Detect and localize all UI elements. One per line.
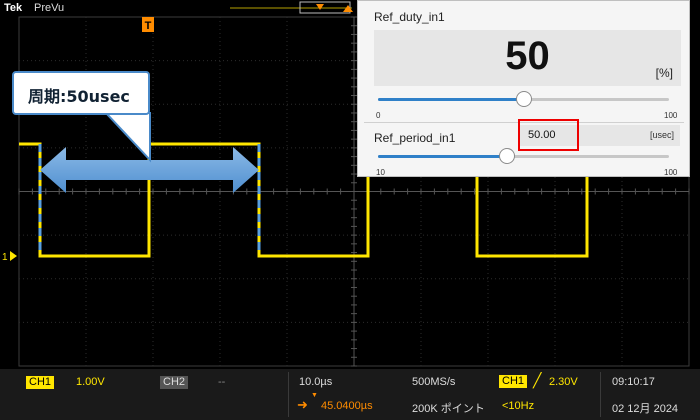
trigger-source-badge[interactable]: CH1	[499, 375, 528, 388]
period-unit: [usec]	[649, 130, 674, 140]
duty-display: 50 [%]	[374, 30, 681, 86]
period-slider[interactable]	[378, 155, 669, 158]
duty-value: 50	[505, 34, 550, 78]
trigger-frequency: <10Hz	[502, 400, 535, 412]
duty-min-label: 0	[376, 111, 381, 120]
acquisition-mode: PreVu	[34, 2, 65, 14]
clock-date: 02 12月 2024	[612, 403, 679, 415]
record-length[interactable]: 200K ポイント	[412, 400, 485, 416]
ch1-scale[interactable]: 1.00V	[76, 376, 105, 388]
ch1-ground-marker-label: 1	[2, 252, 8, 263]
period-slider-fill	[378, 155, 508, 158]
trigger-marker-label: T	[145, 20, 152, 32]
duty-title: Ref_duty_in1	[374, 10, 445, 24]
ch1-badge[interactable]: CH1	[26, 376, 55, 389]
duty-max-label: 100	[664, 111, 678, 120]
status-divider	[288, 372, 289, 417]
duty-slider-fill	[378, 98, 524, 101]
delay-trigger-icon: ▼	[311, 392, 318, 399]
period-max-label: 100	[664, 168, 678, 177]
clock-time: 09:10:17	[612, 376, 655, 388]
trigger-level[interactable]: 2.30V	[549, 376, 578, 388]
period-value-highlight	[518, 119, 579, 151]
period-title: Ref_period_in1	[374, 131, 456, 145]
period-min-label: 10	[376, 168, 385, 177]
timebase[interactable]: 10.0µs	[299, 376, 332, 388]
rising-edge-icon: ╱	[533, 372, 542, 388]
delay-time[interactable]: 45.0400µs	[321, 400, 373, 412]
annotation-callout: 周期:50usec	[12, 71, 150, 115]
duty-slider-thumb[interactable]	[515, 91, 532, 107]
duty-unit: [%]	[655, 66, 673, 80]
ch2-badge[interactable]: CH2	[160, 376, 189, 389]
record-trigger-icon	[316, 4, 324, 10]
callout-text: 周期:50usec	[28, 87, 130, 106]
ch1-ground-marker-icon[interactable]	[10, 251, 17, 261]
oscilloscope-screen: T 1 Tek PreVu 周期:50usec Ref_duty_in1 50 …	[0, 0, 700, 420]
delay-arrow-icon: ➜	[297, 397, 308, 412]
callout-tail	[103, 112, 151, 163]
status-divider	[600, 372, 601, 417]
ch2-scale[interactable]: --	[218, 376, 225, 388]
period-slider-thumb[interactable]	[499, 148, 516, 164]
sample-rate: 500MS/s	[412, 376, 456, 388]
brand-logo: Tek	[4, 2, 23, 14]
status-bar	[0, 369, 700, 420]
